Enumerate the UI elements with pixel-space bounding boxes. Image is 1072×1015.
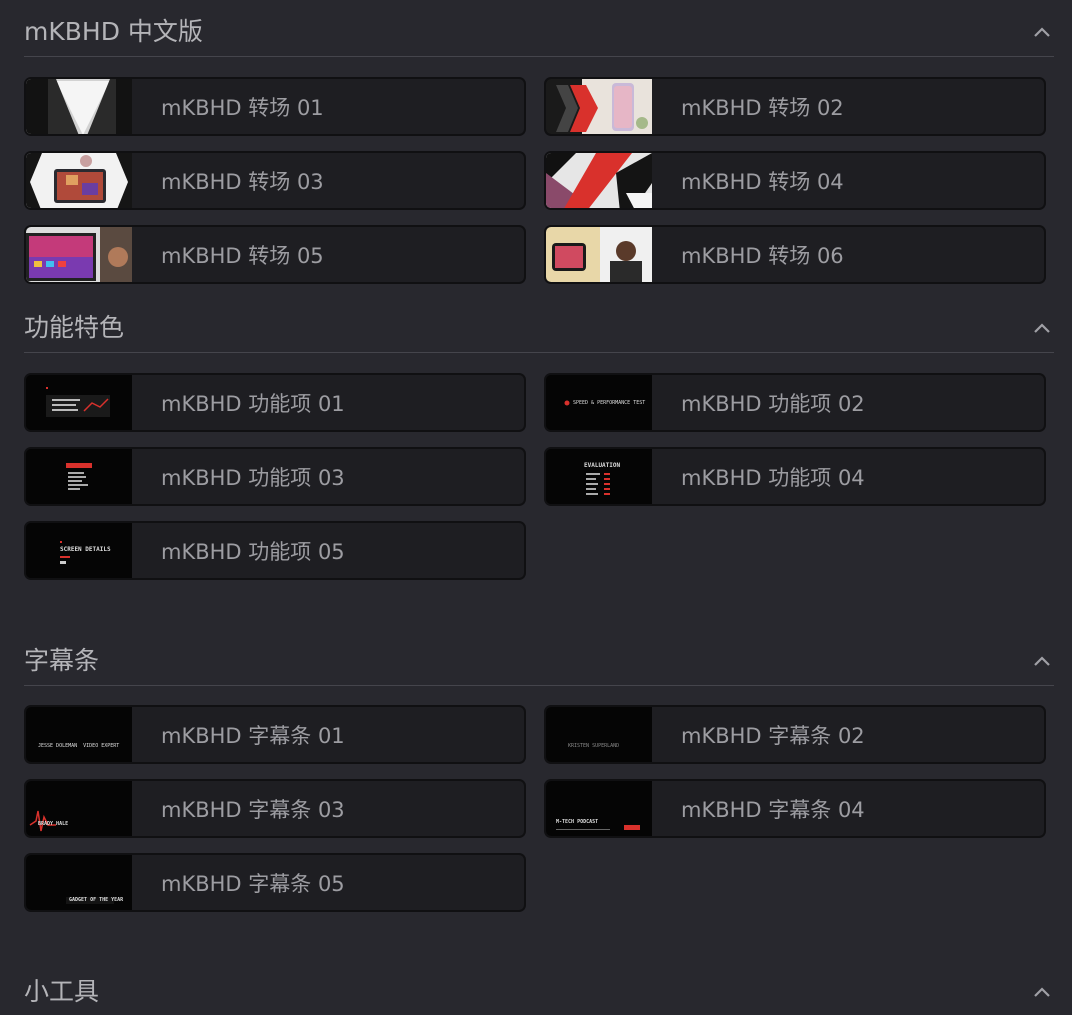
list-item[interactable]: EVALUATION mKBHD 功能项 04 bbox=[544, 447, 1046, 506]
thumbnail-caption: M-TECH PODCAST bbox=[556, 819, 599, 825]
item-label: mKBHD 字幕条 03 bbox=[161, 797, 345, 822]
list-item[interactable]: mKBHD 转场 01 bbox=[24, 77, 526, 136]
thumbnail: M-TECH PODCAST bbox=[546, 781, 652, 836]
thumbnail bbox=[26, 375, 132, 430]
thumbnail-caption: SCREEN DETAILS bbox=[60, 546, 111, 553]
thumbnail bbox=[26, 79, 132, 134]
thumbnail: KRISTEN SUPERLAND bbox=[546, 707, 652, 762]
item-label: mKBHD 转场 06 bbox=[681, 243, 844, 268]
list-item[interactable]: JESSE DOLEMAN VIDEO EXPERT mKBHD 字幕条 01 bbox=[24, 705, 526, 764]
thumbnail bbox=[26, 449, 132, 504]
item-label: mKBHD 功能项 04 bbox=[681, 465, 865, 490]
chevron-up-icon[interactable] bbox=[1032, 22, 1052, 42]
item-label: mKBHD 功能项 03 bbox=[161, 465, 345, 490]
item-label: mKBHD 功能项 05 bbox=[161, 539, 345, 564]
item-label: mKBHD 功能项 01 bbox=[161, 391, 345, 416]
thumbnail-caption: GADGET OF THE YEAR bbox=[69, 897, 124, 903]
list-item[interactable]: mKBHD 功能项 03 bbox=[24, 447, 526, 506]
item-label: mKBHD 字幕条 02 bbox=[681, 723, 865, 748]
item-label: mKBHD 字幕条 04 bbox=[681, 797, 865, 822]
item-label: mKBHD 功能项 02 bbox=[681, 391, 865, 416]
chevron-up-icon[interactable] bbox=[1032, 982, 1052, 1002]
section-header-tools[interactable]: 小工具 bbox=[24, 976, 1054, 1015]
thumbnail-caption: SPEED & PERFORMANCE TEST bbox=[573, 400, 646, 406]
thumbnail: GADGET OF THE YEAR bbox=[26, 855, 132, 910]
thumbnail bbox=[546, 227, 652, 282]
section-title: 字幕条 bbox=[24, 646, 100, 675]
item-label: mKBHD 转场 05 bbox=[161, 243, 324, 268]
thumbnail bbox=[26, 227, 132, 282]
thumbnail: JESSE DOLEMAN VIDEO EXPERT bbox=[26, 707, 132, 762]
section-header-subtitles[interactable]: 字幕条 bbox=[24, 645, 1054, 686]
thumbnail: BRADY HALE bbox=[26, 781, 132, 836]
thumbnail bbox=[546, 153, 652, 208]
thumbnail-caption: EVALUATION bbox=[584, 462, 621, 469]
section-title: mKBHD 中文版 bbox=[24, 17, 203, 46]
thumbnail-caption: JESSE DOLEMAN VIDEO EXPERT bbox=[38, 743, 120, 749]
section-title: 功能特色 bbox=[24, 313, 125, 342]
thumbnail: EVALUATION bbox=[546, 449, 652, 504]
item-label: mKBHD 字幕条 05 bbox=[161, 871, 345, 896]
item-label: mKBHD 转场 03 bbox=[161, 169, 324, 194]
thumbnail: SPEED & PERFORMANCE TEST bbox=[546, 375, 652, 430]
list-item[interactable]: mKBHD 转场 04 bbox=[544, 151, 1046, 210]
item-label: mKBHD 转场 04 bbox=[681, 169, 844, 194]
item-label: mKBHD 字幕条 01 bbox=[161, 723, 345, 748]
chevron-up-icon[interactable] bbox=[1032, 318, 1052, 338]
item-label: mKBHD 转场 02 bbox=[681, 95, 844, 120]
list-item[interactable]: M-TECH PODCAST mKBHD 字幕条 04 bbox=[544, 779, 1046, 838]
list-item[interactable]: mKBHD 转场 05 bbox=[24, 225, 526, 284]
effects-library-panel: mKBHD 中文版 mKBHD 转场 01 mKBHD 转场 02 mKBHD … bbox=[0, 0, 1072, 1015]
chevron-up-icon[interactable] bbox=[1032, 651, 1052, 671]
thumbnail bbox=[26, 153, 132, 208]
item-label: mKBHD 转场 01 bbox=[161, 95, 324, 120]
section-title: 小工具 bbox=[24, 977, 100, 1006]
list-item[interactable]: SPEED & PERFORMANCE TEST mKBHD 功能项 02 bbox=[544, 373, 1046, 432]
section-header-features[interactable]: 功能特色 bbox=[24, 312, 1054, 353]
list-item[interactable]: mKBHD 功能项 01 bbox=[24, 373, 526, 432]
thumbnail: SCREEN DETAILS bbox=[26, 523, 132, 578]
thumbnail bbox=[546, 79, 652, 134]
thumbnail-caption: KRISTEN SUPERLAND bbox=[568, 743, 620, 749]
list-item[interactable]: SCREEN DETAILS mKBHD 功能项 05 bbox=[24, 521, 526, 580]
list-item[interactable]: KRISTEN SUPERLAND mKBHD 字幕条 02 bbox=[544, 705, 1046, 764]
list-item[interactable]: BRADY HALE mKBHD 字幕条 03 bbox=[24, 779, 526, 838]
thumbnail-caption: BRADY HALE bbox=[38, 821, 69, 827]
section-header-mkbhd[interactable]: mKBHD 中文版 bbox=[24, 16, 1054, 57]
list-item[interactable]: GADGET OF THE YEAR mKBHD 字幕条 05 bbox=[24, 853, 526, 912]
list-item[interactable]: mKBHD 转场 02 bbox=[544, 77, 1046, 136]
list-item[interactable]: mKBHD 转场 06 bbox=[544, 225, 1046, 284]
list-item[interactable]: mKBHD 转场 03 bbox=[24, 151, 526, 210]
